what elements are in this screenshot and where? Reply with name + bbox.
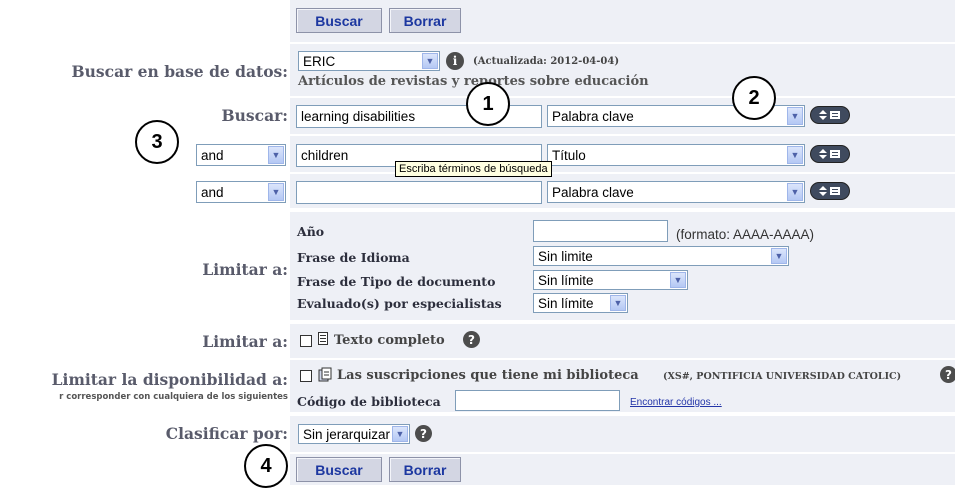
language-select-value: Sin limite xyxy=(538,248,593,264)
search-button-top[interactable]: Buscar xyxy=(296,8,382,33)
availability-sublabel: r corresponder con cualquiera de los sig… xyxy=(59,392,288,402)
chevron-down-icon: ▼ xyxy=(392,426,408,442)
boolean-operator-select-3[interactable]: and ▼ xyxy=(196,181,286,203)
help-icon[interactable]: ? xyxy=(463,331,480,348)
chevron-down-icon: ▼ xyxy=(610,295,626,311)
year-label: Año xyxy=(297,224,325,239)
search-tooltip: Escriba términos de búsqueda xyxy=(395,161,552,177)
boolean-operator-value-2: and xyxy=(201,147,224,163)
info-icon[interactable]: i xyxy=(446,52,464,70)
sort-label: Clasificar por: xyxy=(165,424,288,443)
database-select-value: ERIC xyxy=(303,53,336,69)
callout-3: 3 xyxy=(135,120,179,164)
library-code-input[interactable] xyxy=(455,390,620,411)
search-field-value-1: Palabra clave xyxy=(552,108,634,124)
chevron-down-icon: ▼ xyxy=(268,146,284,164)
chevron-down-icon: ▼ xyxy=(670,272,686,288)
help-icon[interactable]: ? xyxy=(940,366,955,383)
search-term-input-3[interactable] xyxy=(296,181,542,204)
boolean-operator-value-3: and xyxy=(201,184,224,200)
callout-2: 2 xyxy=(732,76,776,120)
peer-reviewed-label: Evaluado(s) por especialistas xyxy=(297,296,502,311)
sort-select[interactable]: Sin jerarquizar ▼ xyxy=(298,424,410,444)
help-icon[interactable]: ? xyxy=(415,425,432,442)
doctype-select[interactable]: Sin límite ▼ xyxy=(533,270,688,290)
callout-4: 4 xyxy=(244,444,288,488)
language-label: Frase de Idioma xyxy=(297,250,410,265)
subscriptions-text: Las suscripciones que tiene mi bibliotec… xyxy=(337,368,639,383)
language-select[interactable]: Sin limite ▼ xyxy=(533,246,789,266)
expand-icon[interactable] xyxy=(810,182,850,200)
search-field-select-2[interactable]: Título ▼ xyxy=(547,144,805,166)
fulltext-checkbox[interactable] xyxy=(300,335,312,347)
search-field-value-2: Título xyxy=(552,147,586,163)
database-label: Buscar en base de datos: xyxy=(71,62,288,81)
chevron-down-icon: ▼ xyxy=(787,107,803,125)
sort-select-value: Sin jerarquizar xyxy=(303,426,391,442)
chevron-down-icon: ▼ xyxy=(787,183,803,201)
subscriptions-note: (XS#, PONTIFICIA UNIVERSIDAD CATOLIC) xyxy=(663,371,902,382)
peer-reviewed-select-value: Sin límite xyxy=(538,295,594,311)
search-label: Buscar: xyxy=(221,106,288,125)
boolean-operator-select-2[interactable]: and ▼ xyxy=(196,144,286,166)
document-icon xyxy=(318,332,328,345)
search-button-bottom[interactable]: Buscar xyxy=(296,457,382,482)
expand-icon[interactable] xyxy=(810,106,850,124)
year-input[interactable] xyxy=(533,220,668,242)
availability-label: Limitar la disponibilidad a: xyxy=(51,370,288,389)
subscriptions-checkbox[interactable] xyxy=(300,370,312,382)
callout-1: 1 xyxy=(466,82,510,126)
chevron-down-icon: ▼ xyxy=(422,53,438,69)
search-field-value-3: Palabra clave xyxy=(552,184,634,200)
year-format-hint: (formato: AAAA-AAAA) xyxy=(676,227,815,242)
database-select[interactable]: ERIC ▼ xyxy=(298,51,440,71)
clear-button-bottom[interactable]: Borrar xyxy=(389,457,461,482)
chevron-down-icon: ▼ xyxy=(787,146,803,164)
fulltext-limit-label: Limitar a: xyxy=(202,332,288,351)
limits-label: Limitar a: xyxy=(202,260,288,279)
peer-reviewed-select[interactable]: Sin límite ▼ xyxy=(533,293,628,313)
doctype-label: Frase de Tipo de documento xyxy=(297,274,496,289)
database-updated: (Actualizada: 2012-04-04) xyxy=(473,56,620,67)
library-code-label: Código de biblioteca xyxy=(297,394,441,409)
search-field-select-3[interactable]: Palabra clave ▼ xyxy=(547,181,805,203)
expand-icon[interactable] xyxy=(810,145,850,163)
find-codes-link[interactable]: Encontrar códigos ... xyxy=(630,397,722,408)
clear-button-top[interactable]: Borrar xyxy=(389,8,461,33)
fulltext-text: Texto completo xyxy=(334,333,445,348)
doctype-select-value: Sin límite xyxy=(538,272,594,288)
subscription-icon xyxy=(317,367,333,383)
chevron-down-icon: ▼ xyxy=(268,183,284,201)
chevron-down-icon: ▼ xyxy=(771,248,787,264)
